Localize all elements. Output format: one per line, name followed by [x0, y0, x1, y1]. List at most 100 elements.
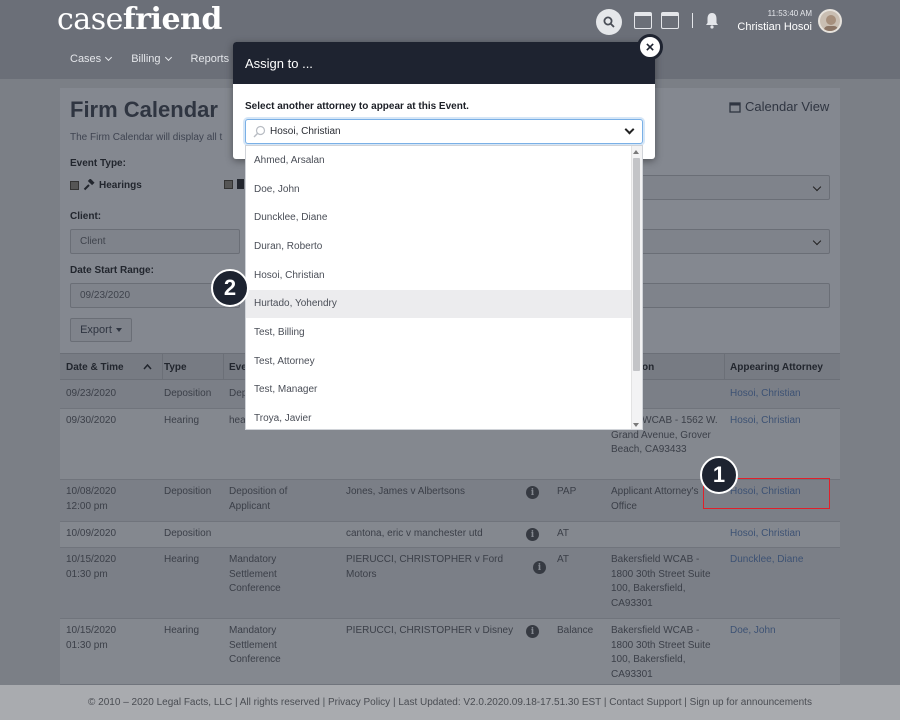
attorney-option[interactable]: Test, Manager — [246, 376, 632, 405]
chevron-down-icon — [105, 53, 113, 62]
row-date: 10/15/2020 — [66, 625, 117, 636]
row-type: Deposition — [164, 528, 212, 539]
attorney-option[interactable]: Doe, John — [246, 175, 632, 204]
row-type: Hearing — [164, 415, 200, 426]
chevron-down-icon — [812, 236, 822, 246]
date-end-input[interactable] — [633, 283, 830, 308]
nav-cases-label: Cases — [70, 53, 102, 65]
row-venue: AT — [557, 554, 570, 565]
chevron-down-icon — [164, 53, 172, 62]
nav-cases[interactable]: Cases — [70, 53, 113, 65]
calendar-icon — [729, 101, 741, 113]
row-date: 09/23/2020 — [66, 388, 117, 399]
bell-icon[interactable] — [704, 11, 720, 29]
nav-reports[interactable]: Reports — [191, 53, 230, 65]
table-row[interactable]: 10/15/2020 01:30 pm Hearing Mandatory Set… — [60, 619, 840, 685]
chevron-down-icon — [624, 124, 635, 135]
annotation-badge-1: 1 — [700, 456, 738, 494]
nav-billing[interactable]: Billing — [131, 53, 172, 65]
row-event: Deposition of Applicant — [229, 486, 288, 512]
calendar-view-link[interactable]: Calendar View — [729, 99, 829, 114]
close-icon: × — [645, 38, 655, 56]
attorney-option[interactable]: Ahmed, Arsalan — [246, 146, 632, 175]
user-name[interactable]: Christian Hosoi — [730, 21, 812, 33]
row-time: 12:00 pm — [66, 500, 108, 512]
header-date[interactable]: Date & Time — [66, 362, 124, 373]
gavel-icon — [83, 179, 95, 191]
search-icon — [603, 16, 615, 28]
attorney-option[interactable]: Hosoi, Christian — [246, 261, 632, 290]
hearings-label: Hearings — [99, 179, 142, 191]
attorney-option[interactable]: Troya, Javier — [246, 404, 632, 429]
scroll-up-icon[interactable] — [633, 150, 639, 154]
row-attorney-link[interactable]: Hosoi, Christian — [730, 414, 801, 429]
calendar-icon[interactable] — [634, 12, 652, 29]
export-label: Export — [80, 324, 112, 336]
row-time: 01:30 pm — [66, 568, 108, 580]
export-button[interactable]: Export — [70, 318, 132, 342]
table-row[interactable]: 10/09/2020 Deposition cantona, eric v ma… — [60, 522, 840, 548]
row-attorney-link[interactable]: Duncklee, Diane — [730, 553, 803, 568]
row-location: Bakersfield WCAB - 1800 30th Street Suit… — [611, 554, 711, 609]
dropdown-scrollbar[interactable] — [631, 146, 642, 429]
date-start-label: Date Start Range: — [70, 265, 154, 276]
avatar[interactable] — [818, 9, 842, 33]
row-case: PIERUCCI, CHRISTOPHER v Ford Motors — [346, 554, 504, 580]
header-attorney[interactable]: Appearing Attorney — [730, 362, 823, 373]
modal-header: Assign to ... — [233, 42, 655, 84]
row-attorney-link[interactable]: Hosoi, Christian — [730, 387, 801, 402]
header-type[interactable]: Type — [164, 362, 187, 373]
chevron-down-icon — [812, 182, 822, 192]
table-row[interactable]: 10/15/2020 01:30 pm Hearing Mandatory Set… — [60, 548, 840, 619]
row-type: Hearing — [164, 625, 200, 636]
logo[interactable]: casefriend — [57, 2, 222, 37]
close-button[interactable]: × — [637, 34, 663, 60]
info-icon[interactable]: i — [526, 528, 539, 541]
client-input[interactable]: Client — [70, 229, 240, 254]
date-start-value: 09/23/2020 — [80, 290, 131, 301]
scroll-down-icon[interactable] — [633, 423, 639, 427]
row-datetime: 10/15/2020 01:30 pm — [66, 553, 116, 582]
calendar-icon[interactable] — [661, 12, 679, 29]
checkbox-box — [70, 180, 79, 190]
row-case: Jones, James v Albertsons — [346, 486, 465, 497]
search-button[interactable] — [596, 9, 622, 35]
attorney-option[interactable]: Test, Billing — [246, 318, 632, 347]
info-icon[interactable]: i — [526, 625, 539, 638]
row-time: 01:30 pm — [66, 639, 108, 651]
row-case: PIERUCCI, CHRISTOPHER v Disney — [346, 625, 514, 636]
info-icon[interactable]: i — [526, 486, 539, 499]
attorney-option[interactable]: Duncklee, Diane — [246, 203, 632, 232]
row-attorney-link[interactable]: Hosoi, Christian — [730, 527, 801, 542]
caret-down-icon — [115, 328, 122, 332]
row-date: 10/08/2020 — [66, 486, 117, 497]
filter-select-right-2[interactable] — [633, 229, 830, 254]
calendar-view-label: Calendar View — [745, 99, 830, 114]
header-location[interactable]: on — [642, 362, 654, 373]
filter-select-right-1[interactable] — [633, 175, 830, 200]
attorney-option[interactable]: Test, Attorney — [246, 347, 632, 376]
attorney-select[interactable]: Hosoi, Christian — [245, 119, 643, 144]
attorney-option[interactable]: Duran, Roberto — [246, 232, 632, 261]
document-icon — [237, 179, 244, 189]
sort-up-icon[interactable] — [143, 364, 152, 370]
row-location: Bakersfield WCAB - 1800 30th Street Suit… — [611, 625, 711, 680]
scrollbar-thumb[interactable] — [633, 158, 640, 371]
logo-part1: case — [57, 2, 123, 37]
header-divider — [692, 13, 693, 28]
attorney-option-highlighted[interactable]: Hurtado, Yohendry — [246, 289, 632, 319]
event-type-checkbox-2[interactable] — [224, 179, 244, 189]
hearings-checkbox[interactable]: Hearings — [70, 179, 142, 191]
modal-instruction: Select another attorney to appear at thi… — [245, 101, 469, 112]
row-date: 10/09/2020 — [66, 528, 117, 539]
row-venue: PAP — [557, 486, 577, 497]
row-attorney-link[interactable]: Doe, John — [730, 624, 776, 639]
search-icon — [253, 125, 266, 138]
page-description: The Firm Calendar will display all t — [70, 132, 223, 143]
attorney-dropdown-list: Ahmed, Arsalan Doe, John Duncklee, Diane… — [245, 145, 643, 430]
row-case: cantona, eric v manchester utd — [346, 528, 483, 539]
row-event: Mandatory Settlement Conference — [229, 554, 281, 594]
modal-title: Assign to ... — [245, 56, 313, 71]
info-icon[interactable]: i — [533, 561, 546, 574]
annotation-badge-2: 2 — [211, 269, 249, 307]
